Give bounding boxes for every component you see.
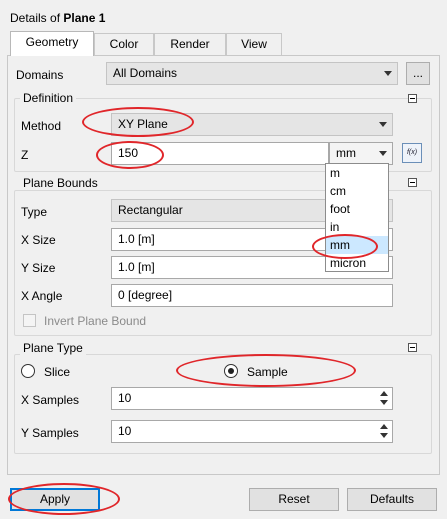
title-object-name: Plane 1 (63, 11, 106, 25)
domains-select[interactable]: All Domains (106, 62, 398, 85)
unit-option[interactable]: micron (326, 254, 388, 272)
unit-option[interactable]: cm (326, 182, 388, 200)
domains-more-button[interactable]: ... (406, 62, 430, 85)
xsamples-spinner[interactable]: 10 (111, 387, 393, 410)
chevron-down-icon (379, 151, 387, 156)
ysamples-label: Y Samples (21, 426, 79, 440)
apply-button[interactable]: Apply (10, 488, 100, 511)
ysize-label: Y Size (21, 261, 56, 275)
tab-view[interactable]: View (226, 33, 282, 55)
z-input[interactable]: 150 (111, 142, 329, 165)
z-unit-value: mm (336, 146, 356, 160)
domains-value: All Domains (113, 66, 178, 80)
title-prefix: Details of (10, 11, 64, 25)
ysamples-stepper[interactable] (377, 422, 391, 441)
plane-bounds-title: Plane Bounds (20, 176, 101, 190)
z-label: Z (21, 148, 29, 162)
ysamples-value: 10 (118, 424, 132, 438)
xsamples-label: X Samples (21, 393, 80, 407)
xsamples-stepper[interactable] (377, 389, 391, 408)
ysamples-spinner[interactable]: 10 (111, 420, 393, 443)
decrement-icon[interactable] (377, 398, 391, 407)
method-select[interactable]: XY Plane (111, 113, 393, 136)
sample-radio[interactable] (224, 364, 238, 378)
unit-option[interactable]: in (326, 218, 388, 236)
method-value: XY Plane (118, 117, 168, 131)
chevron-down-icon (379, 122, 387, 127)
xangle-input[interactable]: 0 [degree] (111, 284, 393, 307)
chevron-down-icon (384, 71, 392, 76)
collapse-definition-icon[interactable] (408, 94, 417, 103)
domains-label: Domains (16, 68, 64, 82)
plane-type-title: Plane Type (20, 341, 86, 355)
xsize-label: X Size (21, 233, 56, 247)
xsamples-value: 10 (118, 391, 132, 405)
bounds-type-value: Rectangular (118, 203, 183, 217)
method-label: Method (21, 119, 62, 133)
unit-option[interactable]: mm (326, 236, 388, 254)
z-unit-select[interactable]: mm (329, 142, 393, 165)
tab-color[interactable]: Color (94, 33, 154, 55)
tab-render[interactable]: Render (154, 33, 226, 55)
details-title: Details of Plane 1 (10, 11, 105, 25)
slice-radio[interactable] (21, 364, 35, 378)
increment-icon[interactable] (377, 389, 391, 398)
unit-option[interactable]: foot (326, 200, 388, 218)
defaults-button[interactable]: Defaults (347, 488, 437, 511)
xangle-label: X Angle (21, 289, 63, 303)
definition-title: Definition (20, 91, 77, 105)
type-label: Type (21, 205, 48, 219)
slice-label: Slice (44, 365, 71, 379)
unit-option[interactable]: m (326, 164, 388, 182)
decrement-icon[interactable] (377, 431, 391, 440)
reset-button[interactable]: Reset (249, 488, 339, 511)
collapse-plane-bounds-icon[interactable] (408, 178, 417, 187)
unit-dropdown-list: m cm foot in mm micron (325, 163, 389, 272)
increment-icon[interactable] (377, 422, 391, 431)
invert-plane-bound-checkbox[interactable] (23, 314, 36, 327)
invert-plane-bound-label: Invert Plane Bound (44, 314, 147, 328)
tab-geometry[interactable]: Geometry (10, 31, 94, 56)
collapse-plane-type-icon[interactable] (408, 343, 417, 352)
sample-label: Sample (247, 365, 288, 379)
expression-editor-icon[interactable]: f(x) (402, 143, 422, 163)
